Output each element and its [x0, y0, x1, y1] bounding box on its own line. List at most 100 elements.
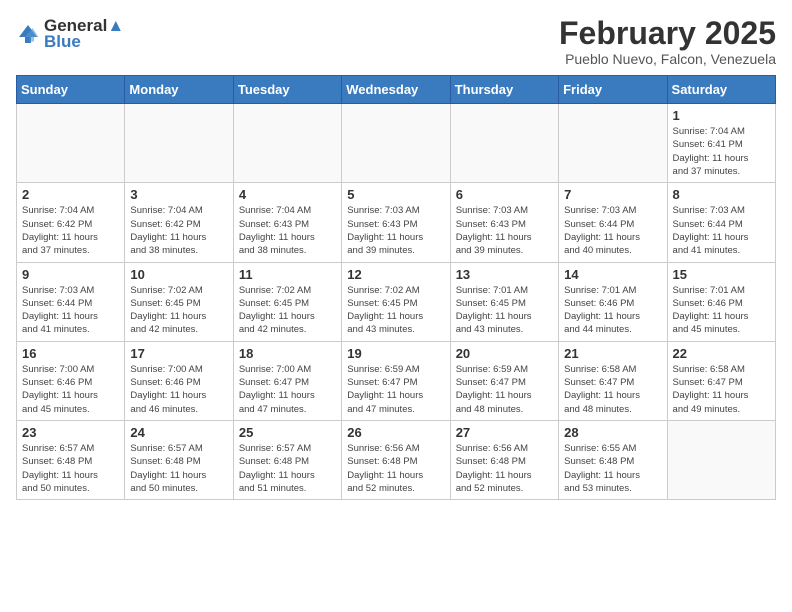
day-number: 15 — [673, 267, 770, 282]
calendar-day-cell: 15 Sunrise: 7:01 AM Sunset: 6:46 PM Dayli… — [667, 262, 775, 341]
calendar-week-row: 2 Sunrise: 7:04 AM Sunset: 6:42 PM Daylig… — [17, 183, 776, 262]
calendar-day-cell: 6 Sunrise: 7:03 AM Sunset: 6:43 PM Daylig… — [450, 183, 558, 262]
day-info: Sunrise: 7:02 AM Sunset: 6:45 PM Dayligh… — [239, 284, 336, 337]
calendar-day-cell — [125, 104, 233, 183]
day-number: 17 — [130, 346, 227, 361]
calendar-day-header: Wednesday — [342, 76, 450, 104]
calendar-day-cell: 5Sunrise: 7:03 AM Sunset: 6:43 PM Daylig… — [342, 183, 450, 262]
calendar-day-cell: 12 Sunrise: 7:02 AM Sunset: 6:45 PM Dayli… — [342, 262, 450, 341]
calendar-day-cell: 28 Sunrise: 6:55 AM Sunset: 6:48 PM Dayli… — [559, 420, 667, 499]
day-number: 4 — [239, 187, 336, 202]
day-info: Sunrise: 7:01 AM Sunset: 6:46 PM Dayligh… — [564, 284, 661, 337]
calendar-day-cell — [667, 420, 775, 499]
page-header: General▲ Blue February 2025 Pueblo Nuevo… — [16, 16, 776, 67]
day-number: 13 — [456, 267, 553, 282]
day-info: Sunrise: 7:01 AM Sunset: 6:46 PM Dayligh… — [673, 284, 770, 337]
day-number: 9 — [22, 267, 119, 282]
calendar-header-row: SundayMondayTuesdayWednesdayThursdayFrid… — [17, 76, 776, 104]
day-info: Sunrise: 7:03 AM Sunset: 6:44 PM Dayligh… — [564, 204, 661, 257]
day-number: 21 — [564, 346, 661, 361]
calendar-day-cell: 7 Sunrise: 7:03 AM Sunset: 6:44 PM Daylig… — [559, 183, 667, 262]
calendar-day-cell — [450, 104, 558, 183]
calendar-day-cell: 10 Sunrise: 7:02 AM Sunset: 6:45 PM Dayli… — [125, 262, 233, 341]
day-number: 20 — [456, 346, 553, 361]
day-number: 25 — [239, 425, 336, 440]
calendar-day-cell — [342, 104, 450, 183]
calendar-table: SundayMondayTuesdayWednesdayThursdayFrid… — [16, 75, 776, 500]
day-number: 22 — [673, 346, 770, 361]
day-info: Sunrise: 7:03 AM Sunset: 6:44 PM Dayligh… — [22, 284, 119, 337]
day-info: Sunrise: 7:04 AM Sunset: 6:43 PM Dayligh… — [239, 204, 336, 257]
calendar-day-cell: 8 Sunrise: 7:03 AM Sunset: 6:44 PM Daylig… — [667, 183, 775, 262]
day-number: 28 — [564, 425, 661, 440]
calendar-day-header: Monday — [125, 76, 233, 104]
calendar-day-cell: 18 Sunrise: 7:00 AM Sunset: 6:47 PM Dayli… — [233, 341, 341, 420]
day-info: Sunrise: 7:00 AM Sunset: 6:47 PM Dayligh… — [239, 363, 336, 416]
day-number: 3 — [130, 187, 227, 202]
calendar-day-cell: 3Sunrise: 7:04 AM Sunset: 6:42 PM Daylig… — [125, 183, 233, 262]
day-info: Sunrise: 7:01 AM Sunset: 6:45 PM Dayligh… — [456, 284, 553, 337]
day-number: 12 — [347, 267, 444, 282]
day-number: 7 — [564, 187, 661, 202]
day-info: Sunrise: 7:04 AM Sunset: 6:42 PM Dayligh… — [22, 204, 119, 257]
day-number: 18 — [239, 346, 336, 361]
day-info: Sunrise: 6:58 AM Sunset: 6:47 PM Dayligh… — [673, 363, 770, 416]
calendar-week-row: 16Sunrise: 7:00 AM Sunset: 6:46 PM Dayli… — [17, 341, 776, 420]
calendar-day-cell: 27 Sunrise: 6:56 AM Sunset: 6:48 PM Dayli… — [450, 420, 558, 499]
calendar-day-cell: 14 Sunrise: 7:01 AM Sunset: 6:46 PM Dayli… — [559, 262, 667, 341]
day-info: Sunrise: 6:59 AM Sunset: 6:47 PM Dayligh… — [456, 363, 553, 416]
calendar-day-cell: 25 Sunrise: 6:57 AM Sunset: 6:48 PM Dayli… — [233, 420, 341, 499]
logo: General▲ Blue — [16, 16, 124, 52]
calendar-day-cell: 9 Sunrise: 7:03 AM Sunset: 6:44 PM Daylig… — [17, 262, 125, 341]
day-number: 23 — [22, 425, 119, 440]
calendar-day-header: Tuesday — [233, 76, 341, 104]
day-info: Sunrise: 6:57 AM Sunset: 6:48 PM Dayligh… — [22, 442, 119, 495]
calendar-day-cell: 17 Sunrise: 7:00 AM Sunset: 6:46 PM Dayli… — [125, 341, 233, 420]
day-number: 6 — [456, 187, 553, 202]
day-info: Sunrise: 6:56 AM Sunset: 6:48 PM Dayligh… — [347, 442, 444, 495]
calendar-day-cell: 19 Sunrise: 6:59 AM Sunset: 6:47 PM Dayli… — [342, 341, 450, 420]
day-info: Sunrise: 6:58 AM Sunset: 6:47 PM Dayligh… — [564, 363, 661, 416]
logo-icon — [16, 22, 40, 46]
calendar-day-cell — [17, 104, 125, 183]
day-info: Sunrise: 7:00 AM Sunset: 6:46 PM Dayligh… — [130, 363, 227, 416]
day-info: Sunrise: 7:03 AM Sunset: 6:43 PM Dayligh… — [456, 204, 553, 257]
day-info: Sunrise: 6:56 AM Sunset: 6:48 PM Dayligh… — [456, 442, 553, 495]
day-info: Sunrise: 6:59 AM Sunset: 6:47 PM Dayligh… — [347, 363, 444, 416]
day-number: 27 — [456, 425, 553, 440]
calendar-day-cell: 22 Sunrise: 6:58 AM Sunset: 6:47 PM Dayli… — [667, 341, 775, 420]
day-number: 2 — [22, 187, 119, 202]
day-number: 8 — [673, 187, 770, 202]
calendar-day-cell: 24Sunrise: 6:57 AM Sunset: 6:48 PM Dayli… — [125, 420, 233, 499]
calendar-day-cell: 2 Sunrise: 7:04 AM Sunset: 6:42 PM Daylig… — [17, 183, 125, 262]
day-number: 10 — [130, 267, 227, 282]
calendar-day-cell: 16Sunrise: 7:00 AM Sunset: 6:46 PM Dayli… — [17, 341, 125, 420]
day-number: 26 — [347, 425, 444, 440]
calendar-day-cell: 1Sunrise: 7:04 AM Sunset: 6:41 PM Daylig… — [667, 104, 775, 183]
calendar-day-cell: 21 Sunrise: 6:58 AM Sunset: 6:47 PM Dayli… — [559, 341, 667, 420]
calendar-week-row: 1Sunrise: 7:04 AM Sunset: 6:41 PM Daylig… — [17, 104, 776, 183]
calendar-day-cell: 11Sunrise: 7:02 AM Sunset: 6:45 PM Dayli… — [233, 262, 341, 341]
day-info: Sunrise: 7:03 AM Sunset: 6:44 PM Dayligh… — [673, 204, 770, 257]
month-title: February 2025 — [559, 16, 776, 51]
calendar-week-row: 9 Sunrise: 7:03 AM Sunset: 6:44 PM Daylig… — [17, 262, 776, 341]
day-info: Sunrise: 7:02 AM Sunset: 6:45 PM Dayligh… — [130, 284, 227, 337]
calendar-day-cell: 20 Sunrise: 6:59 AM Sunset: 6:47 PM Dayli… — [450, 341, 558, 420]
day-info: Sunrise: 7:04 AM Sunset: 6:41 PM Dayligh… — [673, 125, 770, 178]
calendar-day-cell — [233, 104, 341, 183]
calendar-day-header: Thursday — [450, 76, 558, 104]
calendar-week-row: 23 Sunrise: 6:57 AM Sunset: 6:48 PM Dayli… — [17, 420, 776, 499]
day-info: Sunrise: 7:00 AM Sunset: 6:46 PM Dayligh… — [22, 363, 119, 416]
day-info: Sunrise: 7:02 AM Sunset: 6:45 PM Dayligh… — [347, 284, 444, 337]
calendar-day-cell: 13 Sunrise: 7:01 AM Sunset: 6:45 PM Dayli… — [450, 262, 558, 341]
day-info: Sunrise: 6:55 AM Sunset: 6:48 PM Dayligh… — [564, 442, 661, 495]
day-number: 5 — [347, 187, 444, 202]
calendar-day-header: Saturday — [667, 76, 775, 104]
calendar-day-header: Sunday — [17, 76, 125, 104]
calendar-day-cell: 4 Sunrise: 7:04 AM Sunset: 6:43 PM Daylig… — [233, 183, 341, 262]
calendar-day-cell — [559, 104, 667, 183]
day-number: 19 — [347, 346, 444, 361]
day-number: 14 — [564, 267, 661, 282]
day-info: Sunrise: 6:57 AM Sunset: 6:48 PM Dayligh… — [239, 442, 336, 495]
day-info: Sunrise: 6:57 AM Sunset: 6:48 PM Dayligh… — [130, 442, 227, 495]
